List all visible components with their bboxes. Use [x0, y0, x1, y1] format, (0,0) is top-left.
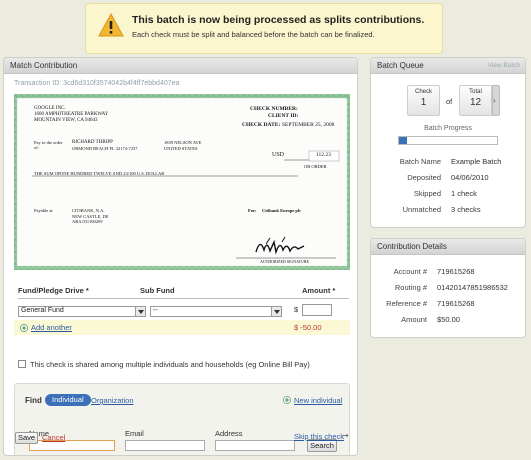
check-company-city: MOUNTAIN VIEW, CA 94043 [34, 118, 98, 123]
cancel-link[interactable]: Cancel [42, 433, 65, 442]
check-date: SEPTEMBER 25, 2008 [282, 122, 335, 128]
payee-address: ORMOND BEACH FL 32174-7237 [72, 146, 138, 151]
warning-icon [98, 13, 124, 37]
add-another-link[interactable]: Add another [31, 323, 72, 332]
divider [18, 298, 349, 299]
batch-queue-panel: Batch Queue View Batch Check 1 of Total … [370, 57, 526, 228]
bank-name: CITIBANK, N.A. [72, 208, 105, 213]
info-value: Example Batch [451, 157, 502, 166]
check-value: 1 [420, 97, 427, 108]
info-label: Unmatched [402, 205, 441, 214]
info-value: 014201478519865​32 [437, 283, 508, 292]
subfund-column-header: Sub Fund [140, 286, 175, 295]
contribution-details-panel: Contribution Details Account # 719615268 R… [370, 238, 526, 338]
view-batch-link[interactable]: View Batch [488, 62, 520, 69]
arrow-right-icon: ➞ [342, 431, 349, 440]
panel-header: Match Contribution [4, 58, 357, 74]
match-contribution-panel: Match Contribution Transaction ID: 3cd6d… [3, 57, 358, 456]
panel-title: Batch Queue [377, 61, 424, 70]
shared-check-label: This check is shared among multiple indi… [30, 360, 310, 369]
email-input[interactable] [125, 440, 205, 451]
total-checks-box: Total 12 [459, 85, 492, 116]
tab-organization[interactable]: Organization [91, 396, 134, 405]
info-value: 719615268 [437, 299, 475, 308]
next-check-button[interactable]: › [492, 85, 500, 116]
client-id-label: CLIENT ID: [268, 113, 299, 119]
remaining-amount: $ -50.00 [294, 323, 322, 332]
fund-column-header: Fund/Pledge Drive * [18, 286, 89, 295]
payee-street: 1839 NELSON AVE [164, 140, 202, 145]
skip-check-link[interactable]: Skip this check [294, 432, 344, 441]
plus-icon[interactable] [20, 324, 28, 332]
progress-fill [399, 137, 408, 144]
info-value: $50.00 [437, 315, 460, 324]
email-label: Email [125, 429, 144, 438]
usd-label: USD [272, 152, 285, 158]
sum-label: THE SUM OF [34, 171, 61, 176]
info-label: Reference # [386, 299, 427, 308]
add-fund-row: Add another $ -50.00 [14, 320, 350, 335]
bank-aba: ABA 031100209 [72, 219, 103, 224]
for-text: Citibank Europe plc [262, 208, 302, 213]
fund-select[interactable]: General Fund [18, 306, 146, 317]
info-value: 719615268 [437, 267, 475, 276]
check-date-label: CHECK DATE: [242, 122, 281, 128]
find-donor-box: Find Individual Organization New individ… [14, 383, 350, 455]
check-image: GOOGLE INC. 1600 AMPHITHEATRE PARKWAY MO… [14, 94, 350, 270]
new-individual-link[interactable]: New individual [294, 396, 342, 405]
tab-individual[interactable]: Individual [45, 394, 91, 406]
dollar-sign: $ [294, 305, 299, 314]
info-label: Skipped [413, 189, 441, 198]
chevron-right-icon: › [493, 96, 496, 105]
find-label: Find [25, 396, 42, 405]
info-label: Account # [393, 267, 427, 276]
for-label: For: [248, 208, 257, 213]
pay-to-label: Pay to the order of: [34, 140, 63, 150]
fund-select-value: General Fund [21, 307, 64, 314]
info-value: 04/06/2010 [451, 173, 489, 182]
fund-table-header: Fund/Pledge Drive * Sub Fund Amount * [18, 286, 348, 296]
address-input[interactable] [215, 440, 295, 451]
signature-image [255, 236, 305, 255]
banner-title: This batch is now being processed as spl… [132, 14, 425, 26]
plus-icon[interactable] [283, 396, 291, 404]
payee-country: UNITED STATES [164, 146, 198, 151]
of-label: of [446, 97, 453, 106]
info-label: Batch Name [399, 157, 441, 166]
amount-column-header: Amount * [302, 286, 336, 295]
shared-check-checkbox[interactable] [18, 360, 26, 368]
panel-header: Batch Queue View Batch [371, 58, 525, 74]
total-label: Total [469, 89, 482, 95]
info-label: Deposited [407, 173, 441, 182]
info-value: 1 check [451, 189, 477, 198]
banner-subtitle: Each check must be split and balanced be… [132, 30, 375, 39]
status-banner: This batch is now being processed as spl… [85, 3, 443, 54]
check-number-label: CHECK NUMBER: [250, 106, 298, 112]
current-check-box: Check 1 [407, 85, 440, 116]
amount-input[interactable] [302, 304, 332, 316]
panel-title: Contribution Details [377, 242, 447, 251]
payable-label: Payable at [34, 208, 53, 213]
transaction-id: Transaction ID: 3cd6d310f3574042b4f4ff7e… [14, 80, 180, 87]
chevron-down-icon [271, 307, 281, 316]
panel-header: Contribution Details [371, 239, 525, 255]
progress-label: Batch Progress [424, 125, 472, 132]
check-label: Check [414, 89, 432, 95]
total-value: 12 [469, 97, 482, 108]
payee-name: RICHARD THRIPP [72, 140, 113, 145]
chevron-down-icon [135, 307, 145, 316]
save-button[interactable]: Save [15, 432, 38, 444]
or-order-label: OR ORDER [304, 164, 327, 169]
address-label: Address [215, 429, 243, 438]
signature-label: AUTHORIZED SIGNATURE [260, 259, 309, 264]
check-amount: 112.23 [316, 152, 331, 158]
panel-title: Match Contribution [10, 61, 78, 70]
info-label: Amount [401, 315, 427, 324]
info-value: 3 checks [451, 205, 481, 214]
sum-text: ONE HUNDRED TWELVE AND 23/100 U.S. DOLLA… [60, 171, 165, 176]
progress-bar [398, 136, 498, 145]
subfund-select[interactable]: -- [150, 306, 282, 317]
info-label: Routing # [394, 283, 427, 292]
subfund-select-value: -- [153, 307, 158, 314]
